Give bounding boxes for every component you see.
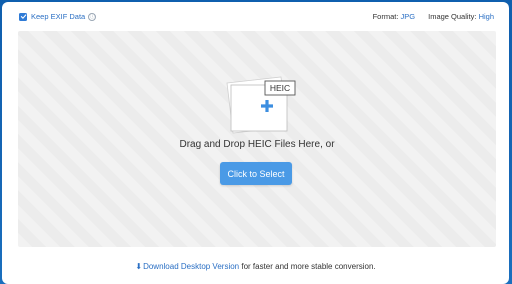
download-desktop-link[interactable]: Download Desktop Version [143,262,239,271]
quality-setting[interactable]: Image Quality: High [428,12,494,21]
drop-instruction: Drag and Drop HEIC Files Here, or [179,139,335,150]
output-settings: Format: JPG Image Quality: High [373,12,494,21]
footer-note: ⬇Download Desktop Version for faster and… [2,262,509,271]
keep-exif-checkbox[interactable] [19,12,27,21]
heic-badge: HEIC [270,83,290,93]
info-icon[interactable]: ⓘ [88,12,97,21]
download-icon[interactable]: ⬇ [135,262,142,271]
file-dropzone[interactable]: HEIC Drag and Drop HEIC Files Here, or C… [18,31,496,247]
format-setting[interactable]: Format: JPG [373,12,416,21]
checkmark-icon [20,14,26,19]
converter-card: Keep EXIF Data ⓘ Format: JPG Image Quali… [2,2,509,284]
quality-label: Image Quality: [428,12,477,21]
options-bar: Keep EXIF Data ⓘ Format: JPG Image Quali… [2,2,509,32]
heic-file-icon: HEIC [226,76,296,134]
click-to-select-button[interactable]: Click to Select [220,162,292,185]
footer-suffix: for faster and more stable conversion. [239,262,376,271]
keep-exif-option[interactable]: Keep EXIF Data ⓘ [19,12,97,21]
quality-value[interactable]: High [479,12,494,21]
format-label: Format: [372,12,399,21]
keep-exif-label[interactable]: Keep EXIF Data [31,12,85,21]
format-value[interactable]: JPG [401,12,416,21]
